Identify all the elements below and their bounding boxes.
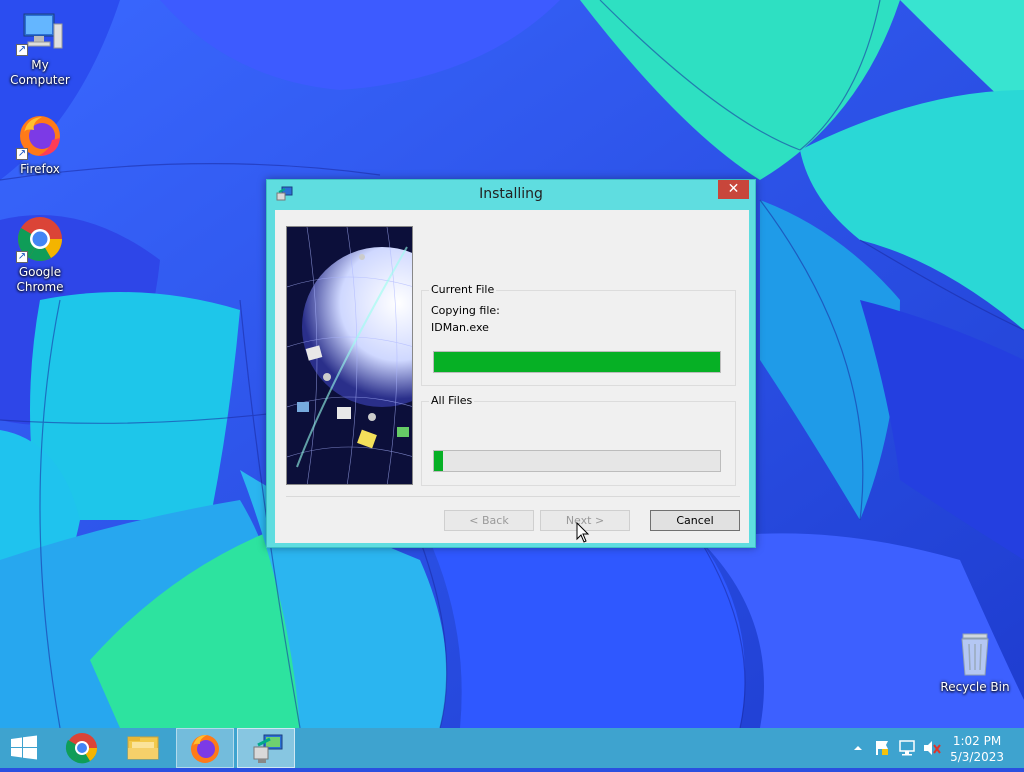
button-separator [286,496,740,497]
clock-time: 1:02 PM [952,734,1002,748]
installer-icon [253,734,283,763]
current-file-progress-fill [434,352,720,372]
shortcut-arrow-icon: ↗ [16,148,28,160]
title-bar[interactable]: Installing ✕ [267,180,755,209]
desktop-icon-firefox[interactable]: ↗ Firefox [0,112,80,177]
dialog-title: Installing [479,186,543,202]
desktop-icon-my-computer[interactable]: ↗ My Computer [0,8,80,88]
action-center-flag-icon[interactable] [876,741,888,755]
copying-status-text: Copying file: [431,304,500,317]
start-icon [11,735,37,760]
current-file-group-label: Current File [429,283,497,296]
chrome-icon [65,733,98,764]
volume-muted-icon[interactable] [924,741,941,755]
system-tray [848,728,948,768]
shortcut-arrow-icon: ↗ [16,44,28,56]
installer-banner-image [286,226,413,485]
taskbar-installer[interactable] [237,728,295,768]
shortcut-arrow-icon: ↗ [16,251,28,263]
file-explorer-icon [127,736,159,760]
all-files-progress-bar [433,450,721,472]
desktop-icon-google-chrome[interactable]: ↗ Google Chrome [0,215,80,295]
clock-date: 5/3/2023 [950,750,1004,764]
desktop-icon-label: Firefox [20,162,60,176]
all-files-progress-fill [434,451,443,471]
start-button[interactable] [0,728,58,768]
firefox-icon: ↗ [16,112,64,160]
current-file-progress-bar [433,351,721,373]
current-file-name: IDMan.exe [431,321,489,334]
taskbar-file-explorer[interactable] [116,728,174,768]
chrome-icon: ↗ [16,215,64,263]
taskbar: 1:02 PM 5/3/2023 [0,728,1024,768]
all-files-group: All Files [421,394,736,486]
close-button[interactable]: ✕ [718,180,749,199]
all-files-group-label: All Files [429,394,475,407]
show-hidden-icons-icon[interactable] [854,746,862,750]
desktop-icon-label: Google Chrome [16,265,64,294]
mouse-cursor-icon [576,522,590,543]
back-button[interactable]: < Back [444,510,534,531]
taskbar-firefox[interactable] [176,728,234,768]
recycle-bin-icon [951,630,999,678]
cancel-button[interactable]: Cancel [650,510,740,531]
computer-icon: ↗ [16,8,64,56]
dialog-body: Current File Copying file: IDMan.exe All… [275,210,749,543]
taskbar-clock[interactable]: 1:02 PM 5/3/2023 [950,733,1004,765]
taskbar-chrome[interactable] [58,728,116,768]
desktop-icon-label: My Computer [10,58,70,87]
installing-dialog: Installing ✕ Current File Copying file: … [266,179,756,548]
desktop-icon-label: Recycle Bin [940,680,1010,694]
firefox-icon [191,735,219,763]
desktop-icon-recycle-bin[interactable]: Recycle Bin [935,630,1015,695]
network-icon[interactable] [899,740,915,756]
